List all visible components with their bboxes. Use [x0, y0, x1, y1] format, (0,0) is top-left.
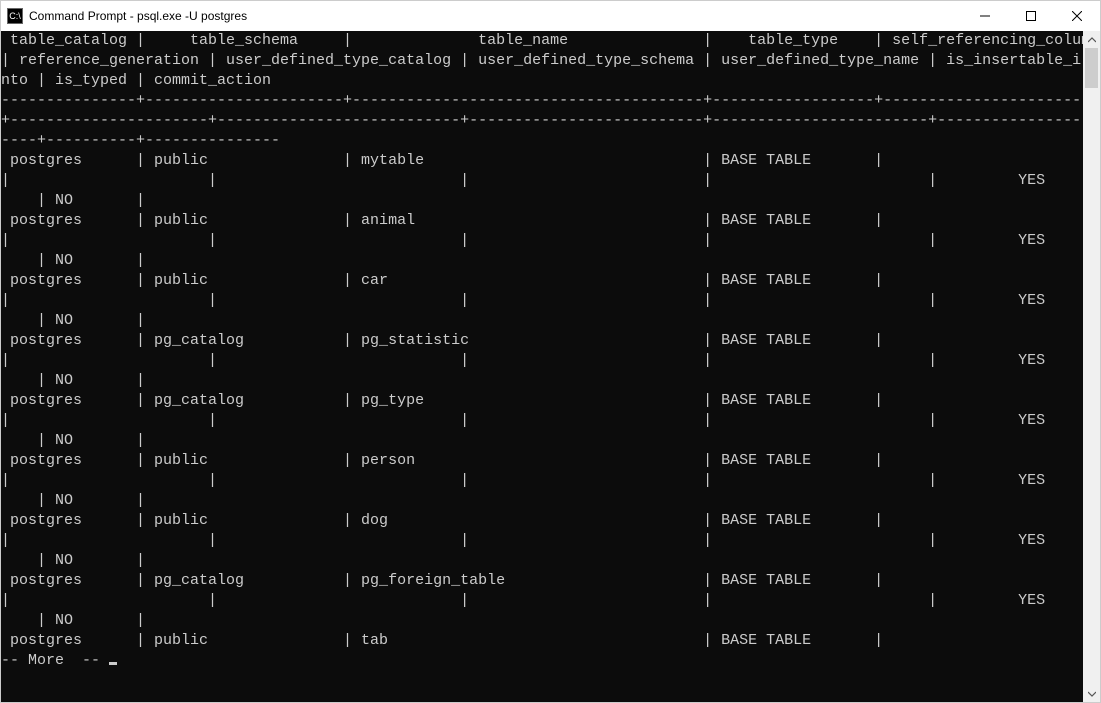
window-controls	[962, 1, 1100, 31]
scroll-thumb[interactable]	[1085, 48, 1098, 88]
titlebar[interactable]: C:\ Command Prompt - psql.exe -U postgre…	[1, 1, 1100, 31]
text-cursor	[109, 662, 117, 665]
scroll-up-icon[interactable]	[1083, 31, 1100, 48]
terminal-output[interactable]: table_catalog | table_schema | table_nam…	[1, 31, 1083, 702]
terminal-container: table_catalog | table_schema | table_nam…	[1, 31, 1100, 702]
vertical-scrollbar[interactable]	[1083, 31, 1100, 702]
window-title: Command Prompt - psql.exe -U postgres	[29, 9, 962, 23]
close-button[interactable]	[1054, 1, 1100, 31]
window-frame: C:\ Command Prompt - psql.exe -U postgre…	[0, 0, 1101, 703]
scroll-down-icon[interactable]	[1083, 685, 1100, 702]
cmd-icon: C:\	[7, 8, 23, 24]
minimize-button[interactable]	[962, 1, 1008, 31]
maximize-button[interactable]	[1008, 1, 1054, 31]
